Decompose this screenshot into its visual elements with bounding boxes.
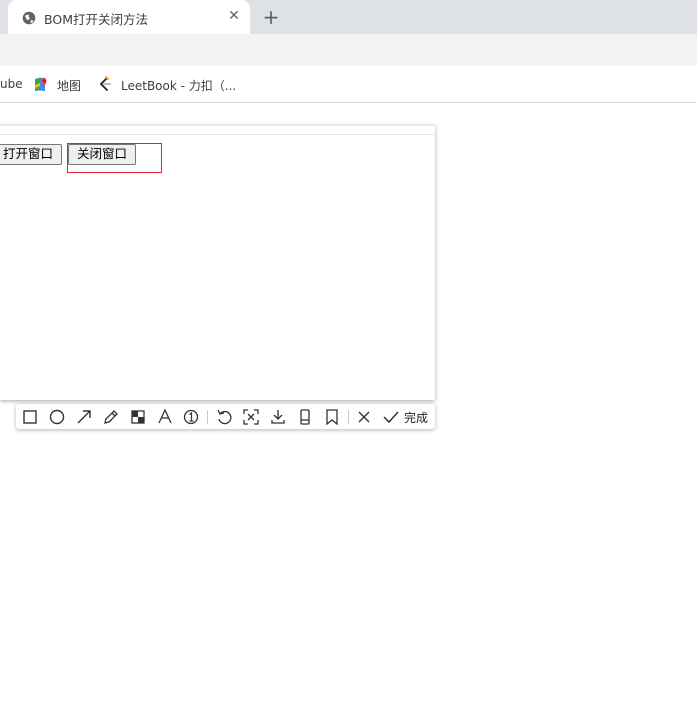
rectangle-icon[interactable] (20, 407, 40, 427)
arrow-icon[interactable] (74, 407, 94, 427)
bookmarks-bar: ube 地图 LeetBook - 力扣（... (0, 66, 697, 103)
bookmark-leetbook[interactable]: LeetBook - 力扣（... (121, 77, 236, 94)
open-window-button[interactable]: 打开窗口 (0, 144, 62, 165)
toolbar-separator (207, 410, 208, 424)
captured-page-region: 打开窗口 关闭窗口 (0, 125, 435, 400)
mosaic-icon[interactable] (128, 407, 148, 427)
bookmark-maps[interactable]: 地图 (57, 77, 81, 94)
address-bar-area (0, 34, 697, 66)
bookmark-icon[interactable] (322, 407, 342, 427)
new-tab-button[interactable]: + (260, 6, 282, 28)
confirm-icon[interactable] (381, 407, 401, 427)
leetcode-icon (97, 76, 113, 92)
close-window-button[interactable]: 关闭窗口 (68, 144, 136, 165)
toolbar-separator (348, 410, 349, 424)
text-icon[interactable] (155, 407, 175, 427)
close-icon[interactable] (354, 407, 374, 427)
screenshot-toolbar: 完成 (16, 404, 435, 429)
divider (0, 134, 435, 135)
globe-icon (22, 10, 36, 25)
ellipse-icon[interactable] (47, 407, 67, 427)
tab-title: BOM打开关闭方法 (44, 12, 148, 27)
close-tab-icon[interactable]: ✕ (226, 8, 242, 24)
undo-icon[interactable] (214, 407, 234, 427)
bookmark-youtube[interactable]: ube (0, 77, 23, 91)
done-button[interactable]: 完成 (404, 409, 428, 426)
number-icon[interactable] (181, 407, 201, 427)
download-icon[interactable] (268, 407, 288, 427)
maps-icon (33, 76, 49, 92)
tab-strip: BOM打开关闭方法 ✕ + (0, 0, 697, 34)
browser-tab[interactable]: BOM打开关闭方法 ✕ (8, 0, 250, 34)
crop-icon[interactable] (241, 407, 261, 427)
pen-icon[interactable] (101, 407, 121, 427)
pin-icon[interactable] (295, 407, 315, 427)
